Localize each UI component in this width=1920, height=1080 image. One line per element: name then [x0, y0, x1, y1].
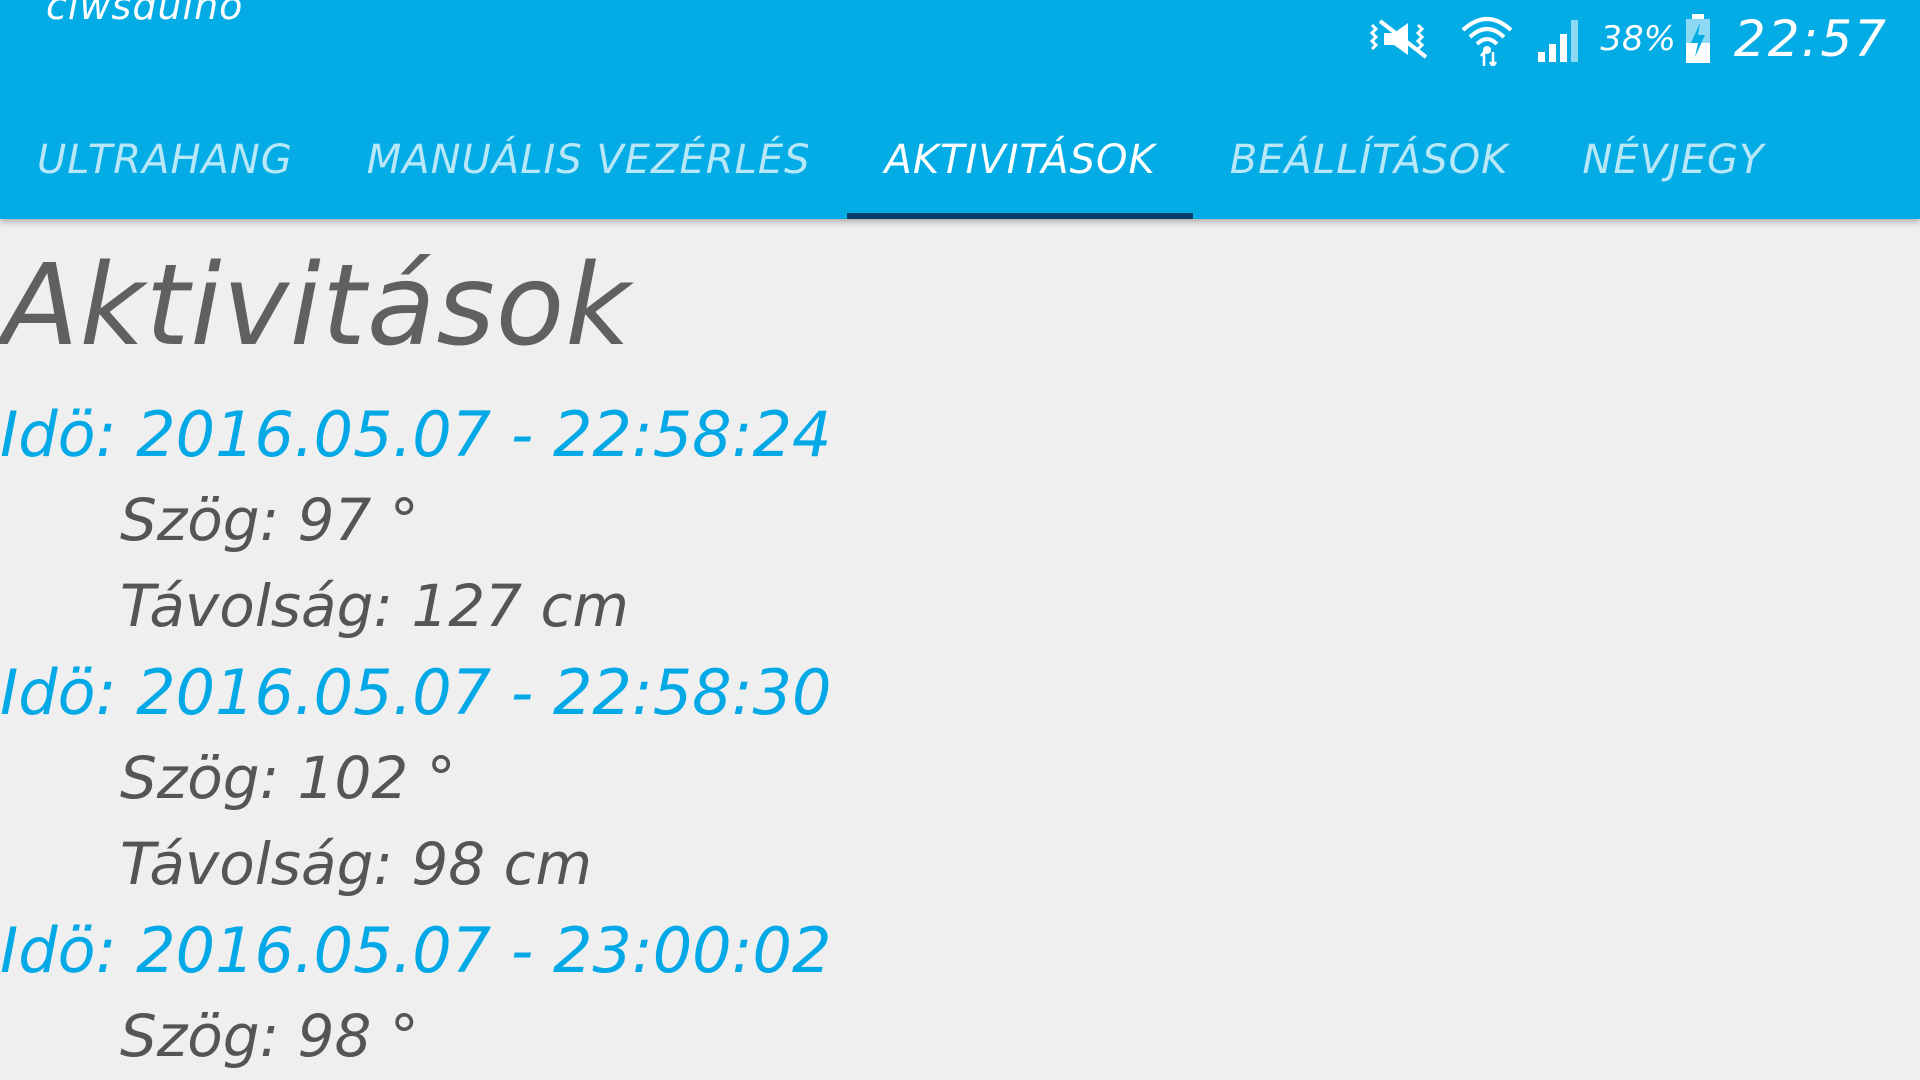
status-clock: 22:57	[1733, 10, 1888, 68]
activity-angle: Szög: 97 °	[120, 486, 419, 554]
activity-timestamp: Idö: 2016.05.07 - 23:00:02	[0, 914, 832, 987]
activity-entry: Idö: 2016.05.07 - 22:58:24 Szög: 97 ° Tá…	[0, 393, 831, 649]
activity-entry: Idö: 2016.05.07 - 23:00:02 Szög: 98 °	[0, 909, 831, 1079]
tab-ultrahang[interactable]: ULTRAHANG	[0, 100, 330, 219]
tab-manualis-vezerles[interactable]: MANUÁLIS VEZÉRLÉS	[330, 100, 848, 219]
activity-content[interactable]: Aktivitások Idö: 2016.05.07 - 22:58:24 S…	[0, 219, 1920, 1080]
signal-icon	[1536, 14, 1586, 64]
app-bar: ciwsduino 38% 22:57 ULTRAHANG MANUÁLIS V…	[0, 0, 1920, 219]
tab-nevjegy[interactable]: NÉVJEGY	[1545, 100, 1801, 219]
tab-aktivitasok[interactable]: AKTIVITÁSOK	[847, 100, 1193, 219]
battery-charging-icon	[1684, 13, 1712, 65]
activity-distance: Távolság: 127 cm	[120, 572, 629, 640]
activity-entry: Idö: 2016.05.07 - 22:58:30 Szög: 102 ° T…	[0, 651, 831, 907]
activity-angle: Szög: 98 °	[120, 1002, 419, 1070]
activity-angle: Szög: 102 °	[120, 744, 456, 812]
wifi-icon	[1460, 12, 1514, 66]
activity-timestamp: Idö: 2016.05.07 - 22:58:24	[0, 398, 832, 471]
app-title: ciwsduino	[46, 0, 244, 28]
page-title: Aktivitások	[2, 241, 632, 371]
battery-percent: 38%	[1600, 19, 1676, 59]
activity-distance: Távolság: 98 cm	[120, 830, 592, 898]
status-bar: 38% 22:57	[1344, 8, 1888, 70]
activity-timestamp: Idö: 2016.05.07 - 22:58:30	[0, 656, 832, 729]
mute-vibrate-icon	[1366, 15, 1438, 63]
tab-bar: ULTRAHANG MANUÁLIS VEZÉRLÉS AKTIVITÁSOK …	[0, 100, 1801, 219]
tab-beallitasok[interactable]: BEÁLLÍTÁSOK	[1193, 100, 1546, 219]
